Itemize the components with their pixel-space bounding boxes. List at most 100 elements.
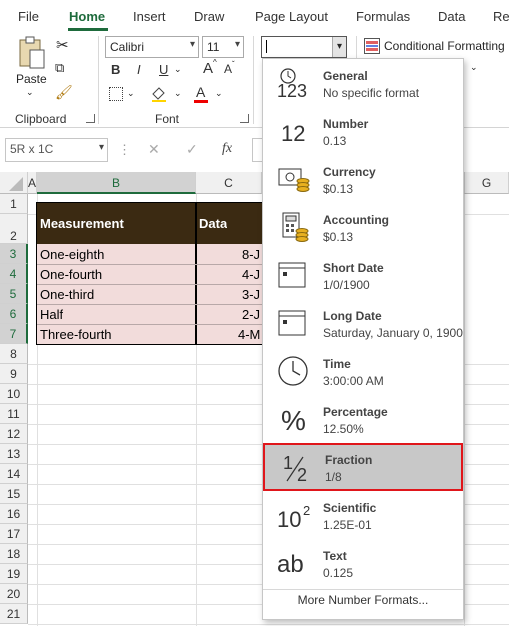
borders-chevron-icon[interactable]: ⌄ [127, 88, 135, 99]
row-header[interactable]: 19 [0, 564, 28, 584]
row-header[interactable]: 16 [0, 504, 28, 524]
ribbon-tabs: File Home Insert Draw Page Layout Formul… [0, 0, 509, 32]
conditional-formatting-button[interactable]: Conditional Formatting [384, 39, 505, 53]
fill-color-chevron-icon[interactable]: ⌄ [174, 88, 182, 99]
table-cell-measurement[interactable]: One-third [40, 287, 94, 302]
select-all-corner[interactable] [0, 172, 28, 194]
underline-button[interactable]: U [159, 62, 168, 77]
column-header-a[interactable]: A [28, 172, 37, 194]
row-header[interactable]: 13 [0, 444, 28, 464]
row-header[interactable]: 15 [0, 484, 28, 504]
row-header[interactable]: 11 [0, 404, 28, 424]
tab-home[interactable]: Home [69, 9, 105, 24]
row-header[interactable]: 4 [0, 264, 28, 284]
format-option-scientific[interactable]: 10 2 Scientific 1.25E-01 [263, 491, 463, 539]
row-divider [37, 284, 262, 285]
paste-icon[interactable] [16, 36, 48, 72]
more-options-icon: ⋮ [118, 142, 131, 157]
borders-icon[interactable] [109, 87, 123, 101]
row-header[interactable]: 18 [0, 544, 28, 564]
format-option-currency[interactable]: Currency $0.13 [263, 155, 463, 203]
tab-file[interactable]: File [18, 9, 39, 24]
underline-chevron-icon[interactable]: ⌄ [174, 64, 182, 75]
format-name: Percentage [323, 405, 388, 419]
formula-input[interactable] [252, 138, 262, 162]
format-table-chevron-icon[interactable]: ⌄ [470, 62, 478, 73]
group-separator [253, 36, 254, 124]
row-header[interactable]: 21 [0, 604, 28, 624]
row-header[interactable]: 7 [0, 324, 28, 344]
format-option-time[interactable]: Time 3:00:00 AM [263, 347, 463, 395]
format-name: Text [323, 549, 347, 563]
chevron-down-icon: ▾ [98, 142, 104, 153]
row-header[interactable]: 5 [0, 284, 28, 304]
table-cell-measurement[interactable]: Half [40, 307, 63, 322]
name-box[interactable]: 5R x 1C ▾ [5, 138, 108, 162]
insert-function-button[interactable]: fx [222, 141, 232, 157]
format-option-percentage[interactable]: % Percentage 12.50% [263, 395, 463, 443]
paste-chevron-icon[interactable]: ⌄ [26, 87, 34, 98]
gridline [28, 624, 509, 625]
chevron-down-icon[interactable]: ▾ [332, 37, 346, 57]
format-option-short-date[interactable]: Short Date 1/0/1900 [263, 251, 463, 299]
format-option-fraction[interactable]: 1 2 Fraction 1/8 [263, 443, 463, 491]
bold-button[interactable]: B [111, 62, 120, 77]
format-option-text[interactable]: ab Text 0.125 [263, 539, 463, 587]
font-color-button[interactable]: A [196, 84, 205, 100]
row-header[interactable]: 9 [0, 364, 28, 384]
format-option-long-date[interactable]: Long Date Saturday, January 0, 1900 [263, 299, 463, 347]
table-cell-data[interactable]: 3-J [242, 287, 260, 302]
format-option-number[interactable]: 12 Number 0.13 [263, 107, 463, 155]
table-header-measurement[interactable]: Measurement [40, 216, 124, 231]
row-header[interactable]: 20 [0, 584, 28, 604]
format-option-general[interactable]: 123 General No specific format [263, 59, 463, 107]
font-color-chevron-icon[interactable]: ⌄ [215, 88, 223, 99]
row-header[interactable]: 1 [0, 194, 28, 214]
format-option-accounting[interactable]: Accounting $0.13 [263, 203, 463, 251]
tab-draw[interactable]: Draw [194, 9, 224, 24]
row-header[interactable]: 6 [0, 304, 28, 324]
table-header-data[interactable]: Data [199, 216, 227, 231]
accounting-icon [275, 209, 315, 245]
clipboard-launcher-icon[interactable] [86, 114, 95, 123]
more-number-formats-link[interactable]: More Number Formats... [263, 593, 463, 607]
cut-icon[interactable]: ✂ [56, 36, 69, 54]
fill-color-icon[interactable] [150, 86, 168, 102]
row-header[interactable]: 8 [0, 344, 28, 364]
tab-page-layout[interactable]: Page Layout [255, 9, 328, 24]
tab-formulas[interactable]: Formulas [356, 9, 410, 24]
format-painter-icon[interactable]: 🖌 [55, 84, 73, 101]
column-header-g[interactable]: G [464, 172, 509, 194]
conditional-formatting-icon[interactable] [364, 38, 380, 54]
column-header-c[interactable]: C [196, 172, 262, 194]
grow-font-button[interactable]: A [203, 60, 213, 77]
italic-button[interactable]: I [137, 62, 141, 77]
cancel-icon[interactable]: ✕ [148, 141, 160, 158]
tab-review[interactable]: Re [493, 9, 509, 24]
tab-insert[interactable]: Insert [133, 9, 166, 24]
enter-check-icon[interactable]: ✓ [186, 141, 198, 158]
font-size-combo[interactable]: 11 ▾ [202, 36, 244, 58]
row-header[interactable]: 3 [0, 244, 28, 264]
column-header-b[interactable]: B [37, 172, 196, 194]
row-header[interactable]: 2 [0, 214, 28, 244]
table-cell-data[interactable]: 4-J [242, 267, 260, 282]
copy-icon[interactable]: ⧉ [55, 60, 64, 76]
table-cell-data[interactable]: 4-M [238, 327, 260, 342]
font-launcher-icon[interactable] [240, 114, 249, 123]
row-header[interactable]: 10 [0, 384, 28, 404]
row-header[interactable]: 17 [0, 524, 28, 544]
table-cell-data[interactable]: 2-J [242, 307, 260, 322]
format-example: 0.125 [323, 566, 354, 580]
tab-data[interactable]: Data [438, 9, 465, 24]
number-format-combo[interactable]: ▾ [261, 36, 347, 58]
table-cell-measurement[interactable]: Three-fourth [40, 327, 112, 342]
shrink-font-button[interactable]: A [224, 62, 232, 76]
row-header[interactable]: 14 [0, 464, 28, 484]
font-name-combo[interactable]: Calibri ▾ [105, 36, 199, 58]
row-header[interactable]: 12 [0, 424, 28, 444]
paste-button[interactable]: Paste [16, 72, 47, 86]
table-cell-measurement[interactable]: One-eighth [40, 247, 104, 262]
table-cell-data[interactable]: 8-J [242, 247, 260, 262]
table-cell-measurement[interactable]: One-fourth [40, 267, 102, 282]
